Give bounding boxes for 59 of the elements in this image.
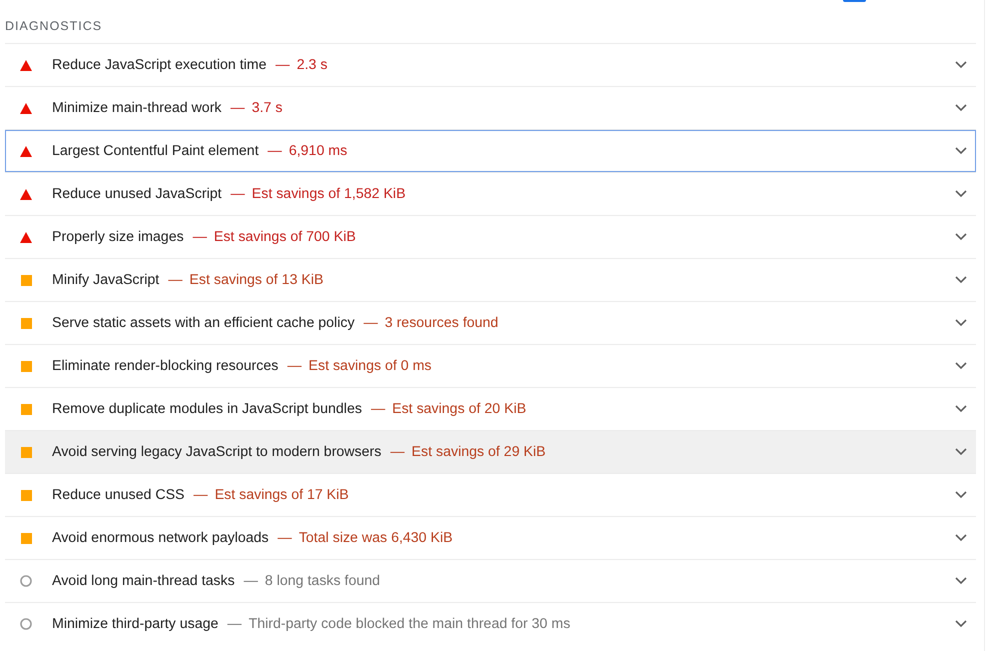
chevron-icon[interactable] bbox=[955, 491, 967, 499]
chevron-icon[interactable] bbox=[955, 362, 967, 370]
chevron-icon[interactable] bbox=[955, 61, 967, 69]
audit-summary: Est savings of 17 KiB bbox=[214, 487, 349, 503]
audit-summary: 6,910 ms bbox=[288, 143, 348, 159]
audit-summary: Est savings of 0 ms bbox=[308, 358, 432, 374]
dash-separator: — bbox=[244, 573, 258, 589]
dash-separator: — bbox=[390, 444, 405, 460]
audit-summary: 3.7 s bbox=[252, 100, 282, 116]
chevron-icon[interactable] bbox=[955, 147, 967, 155]
chevron-icon[interactable] bbox=[955, 620, 967, 628]
audit-title: Avoid serving legacy JavaScript to modern browsers bbox=[52, 444, 382, 460]
chevron-icon[interactable] bbox=[955, 276, 967, 284]
audit-title: Reduce unused CSS bbox=[52, 487, 185, 503]
audit-summary: Est savings of 700 KiB bbox=[214, 229, 356, 245]
audit-title: Properly size images bbox=[52, 229, 184, 245]
dash-separator: — bbox=[276, 57, 290, 73]
audit-summary: 2.3 s bbox=[296, 57, 328, 73]
dash-separator: — bbox=[192, 229, 207, 245]
audit-summary: Total size was 6,430 KiB bbox=[298, 530, 453, 546]
audit-title: Reduce JavaScript execution time bbox=[52, 57, 266, 73]
chevron-icon[interactable] bbox=[955, 190, 967, 198]
audit-summary: Est savings of 20 KiB bbox=[392, 401, 526, 417]
audit-title: Eliminate render-blocking resources bbox=[52, 358, 278, 374]
audit-summary: Est savings of 29 KiB bbox=[412, 444, 546, 460]
audit-summary: Est savings of 1,582 KiB bbox=[252, 186, 406, 202]
chevron-icon[interactable] bbox=[955, 319, 967, 327]
chevron-icon[interactable] bbox=[955, 405, 967, 413]
audit-title: Serve static assets with an efficient cache policy bbox=[52, 315, 355, 331]
audit-title: Avoid long main-thread tasks bbox=[52, 573, 235, 589]
dash-separator: — bbox=[278, 530, 292, 546]
dash-separator: — bbox=[230, 186, 245, 202]
dash-separator: — bbox=[287, 358, 302, 374]
audit-title: Remove duplicate modules in JavaScript bundles bbox=[52, 401, 362, 417]
audit-row[interactable]: Largest Contentful Paint element — 6,910 ms bbox=[5, 130, 976, 172]
dash-separator: — bbox=[194, 487, 208, 503]
chevron-icon[interactable] bbox=[955, 104, 967, 112]
chevron-icon[interactable] bbox=[955, 577, 967, 585]
dash-separator: — bbox=[230, 100, 245, 116]
dash-separator: — bbox=[227, 616, 242, 632]
audit-summary: 8 long tasks found bbox=[264, 573, 380, 589]
audit-title: Minimize main-thread work bbox=[52, 100, 222, 116]
audit-summary: Est savings of 13 KiB bbox=[189, 272, 324, 288]
audit-title: Reduce unused JavaScript bbox=[52, 186, 222, 202]
audit-row[interactable]: Avoid serving legacy JavaScript to modern browsers — Est savings of 29 KiB bbox=[5, 431, 976, 473]
dash-separator: — bbox=[168, 272, 182, 288]
audit-title: Largest Contentful Paint element bbox=[52, 143, 259, 159]
audit-title: Minify JavaScript bbox=[52, 272, 160, 288]
chevron-icon[interactable] bbox=[955, 448, 967, 456]
audit-title: Avoid enormous network payloads bbox=[52, 530, 269, 546]
audit-summary: 3 resources found bbox=[384, 315, 498, 331]
audit-title: Minimize third-party usage bbox=[52, 616, 218, 632]
dash-separator: — bbox=[370, 401, 386, 417]
chevron-icon[interactable] bbox=[955, 233, 967, 241]
dash-separator: — bbox=[268, 143, 282, 159]
dash-separator: — bbox=[364, 315, 378, 331]
section-title: DIAGNOSTICS bbox=[5, 19, 102, 33]
audit-summary: Third-party code blocked the main thread for 30 ms bbox=[248, 616, 570, 632]
chevron-icon[interactable] bbox=[955, 534, 967, 542]
